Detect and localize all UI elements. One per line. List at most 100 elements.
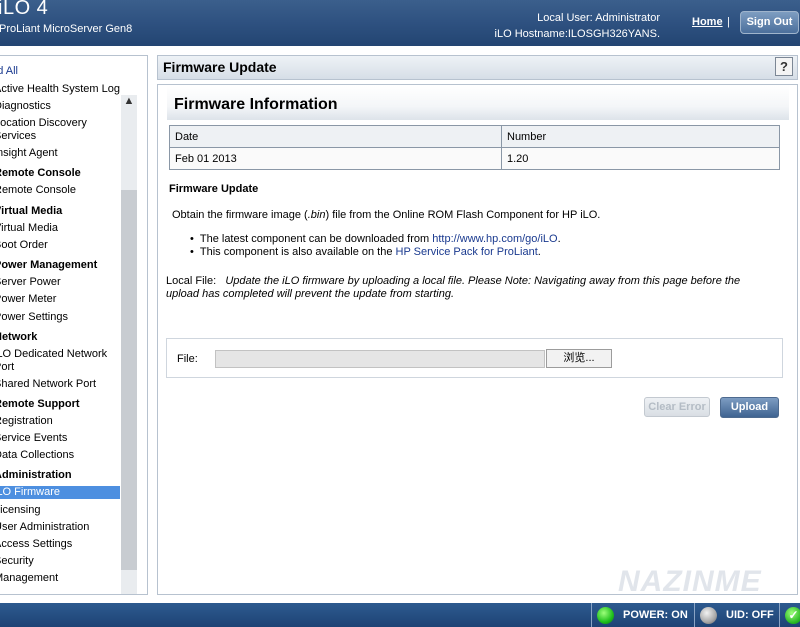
nav-item-label: Network xyxy=(0,331,38,343)
column-header-number: Number xyxy=(501,125,780,148)
nav-item[interactable]: iLO Firmware xyxy=(0,486,120,499)
local-user-line: Local User: Administrator xyxy=(537,12,660,24)
nav-item-label: Insight Agent xyxy=(0,147,58,159)
nav-section-heading: Remote Support xyxy=(0,398,120,411)
nav-item-label: Diagnostics xyxy=(0,100,51,112)
hostname-line: iLO Hostname:ILOSGH326YANS. xyxy=(494,28,660,40)
sign-out-button[interactable]: Sign Out xyxy=(740,11,799,34)
nav-item[interactable]: Active Health System Log xyxy=(0,83,120,96)
nav-item[interactable]: Management xyxy=(0,572,120,585)
table-row: Feb 01 2013 1.20 xyxy=(169,147,780,170)
help-icon[interactable]: ? xyxy=(775,57,793,76)
nav-section-heading: Remote Console xyxy=(0,167,120,180)
nav-section-heading: Network xyxy=(0,331,120,344)
upload-button[interactable]: Upload xyxy=(720,397,779,418)
nav-item-label: Licensing xyxy=(0,504,41,516)
nav-item-label: Boot Order xyxy=(0,239,48,251)
list-item: The latest component can be downloaded f… xyxy=(200,233,561,246)
nav-item-label: Remote Console xyxy=(0,167,81,179)
download-sources-list: The latest component can be downloaded f… xyxy=(200,233,561,259)
home-link[interactable]: Home xyxy=(692,16,723,28)
bullet2-text: This component is also available on the xyxy=(199,246,396,258)
health-check-icon: ✓ xyxy=(785,607,800,624)
nav-item[interactable]: Location Discovery Services xyxy=(0,117,120,143)
nav-item[interactable]: User Administration xyxy=(0,521,120,534)
scroll-thumb[interactable] xyxy=(121,190,137,570)
nav-section-heading: Power Management xyxy=(0,259,120,272)
nav-scrollbar[interactable]: ▲ ▼ xyxy=(121,95,137,594)
local-file-description: Update the iLO firmware by uploading a l… xyxy=(166,275,741,300)
nav-item-label: User Administration xyxy=(0,521,90,533)
nav-item-label: Power Meter xyxy=(0,293,57,305)
panel-header: Firmware Update ? xyxy=(157,55,798,80)
bin-extension: .bin xyxy=(307,209,326,221)
server-model: ProLiant MicroServer Gen8 xyxy=(0,23,133,35)
instruction-pre: Obtain the firmware image ( xyxy=(172,209,308,221)
top-banner: iLO 4 ProLiant MicroServer Gen8 Local Us… xyxy=(0,0,800,46)
table-header-row: Date Number xyxy=(169,125,780,148)
expand-all-link[interactable]: Expand All xyxy=(0,65,120,78)
nav-item[interactable]: iLO Dedicated Network Port xyxy=(0,348,120,374)
nav-item[interactable]: Insight Agent xyxy=(0,147,120,160)
browse-button[interactable]: 浏览... xyxy=(546,349,612,368)
scroll-up-icon[interactable]: ▲ xyxy=(121,95,137,111)
nav-item-label: Remote Console xyxy=(0,184,76,196)
nav-item-label: Shared Network Port xyxy=(0,378,97,390)
header-separator: | xyxy=(727,16,730,28)
nav-item[interactable]: Licensing xyxy=(0,504,120,517)
nav-item[interactable]: Registration xyxy=(0,415,120,428)
watermark-logo: NAZINME xyxy=(618,565,762,598)
clear-error-button[interactable]: Clear Error xyxy=(644,397,710,417)
nav-item-label: Active Health System Log xyxy=(0,83,120,95)
nav-item[interactable]: Server Power xyxy=(0,276,120,289)
product-title: iLO 4 xyxy=(0,0,49,19)
nav-item-label: Power Management xyxy=(0,259,98,271)
nav-item-label: Location Discovery Services xyxy=(0,117,87,142)
nav-item[interactable]: Virtual Media xyxy=(0,222,120,235)
nav-item[interactable]: Diagnostics xyxy=(0,100,120,113)
uid-led-icon[interactable] xyxy=(700,607,717,624)
bullet2-end: . xyxy=(537,246,541,258)
nav-item[interactable]: Power Settings xyxy=(0,311,120,324)
nav-item-label: Remote Support xyxy=(0,398,80,410)
nav-item-label: Management xyxy=(0,572,59,584)
nav-item[interactable]: Remote Console xyxy=(0,184,120,197)
nav-item[interactable]: Access Settings xyxy=(0,538,120,551)
nav-item-label: Access Settings xyxy=(0,538,73,550)
nav-item-label: Security xyxy=(0,555,34,567)
nav-section-heading: Virtual Media xyxy=(0,205,120,218)
status-bar: POWER: ON UID: OFF ✓ xyxy=(0,603,800,627)
nav-item-label: iLO Dedicated Network Port xyxy=(0,348,108,373)
nav-item[interactable]: Service Events xyxy=(0,432,120,445)
navigation-tree: Expand All Active Health System Log Diagn… xyxy=(0,55,148,595)
nav-item-label: Power Settings xyxy=(0,311,68,323)
nav-item[interactable]: Data Collections xyxy=(0,449,120,462)
bullet1-text: The latest component can be downloaded f… xyxy=(199,233,433,245)
nav-item-label: Virtual Media xyxy=(0,205,63,217)
nav-item-label: iLO Firmware xyxy=(0,486,61,498)
firmware-number: 1.20 xyxy=(501,147,780,170)
nav-section-heading: Administration xyxy=(0,469,120,482)
file-path-input[interactable] xyxy=(215,350,545,368)
firmware-table: Date Number Feb 01 2013 1.20 xyxy=(169,125,780,170)
firmware-date: Feb 01 2013 xyxy=(169,147,502,170)
file-upload-box: File: 浏览... xyxy=(166,338,783,378)
section-header: Firmware Information xyxy=(167,86,789,120)
hp-ilo-download-link[interactable]: http://www.hp.com/go/iLO xyxy=(432,233,557,245)
file-label: File: xyxy=(177,353,198,365)
instruction-post: ) file from the Online ROM Flash Compone… xyxy=(325,209,601,221)
nav-item[interactable]: Security xyxy=(0,555,120,568)
section-title: Firmware Information xyxy=(174,96,338,113)
nav-item[interactable]: Power Meter xyxy=(0,293,120,306)
nav-item-label: Data Collections xyxy=(0,449,75,461)
power-led-icon xyxy=(597,607,614,624)
nav-item-label: Registration xyxy=(0,415,53,427)
nav-item[interactable]: Boot Order xyxy=(0,239,120,252)
instruction-text: Obtain the firmware image (.bin) file fr… xyxy=(172,209,600,221)
status-divider xyxy=(694,603,695,627)
uid-status: UID: OFF xyxy=(726,609,774,621)
power-status: POWER: ON xyxy=(623,609,688,621)
page-title: Firmware Update xyxy=(163,59,277,75)
nav-item[interactable]: Shared Network Port xyxy=(0,378,120,391)
service-pack-link[interactable]: HP Service Pack for ProLiant xyxy=(396,246,538,258)
